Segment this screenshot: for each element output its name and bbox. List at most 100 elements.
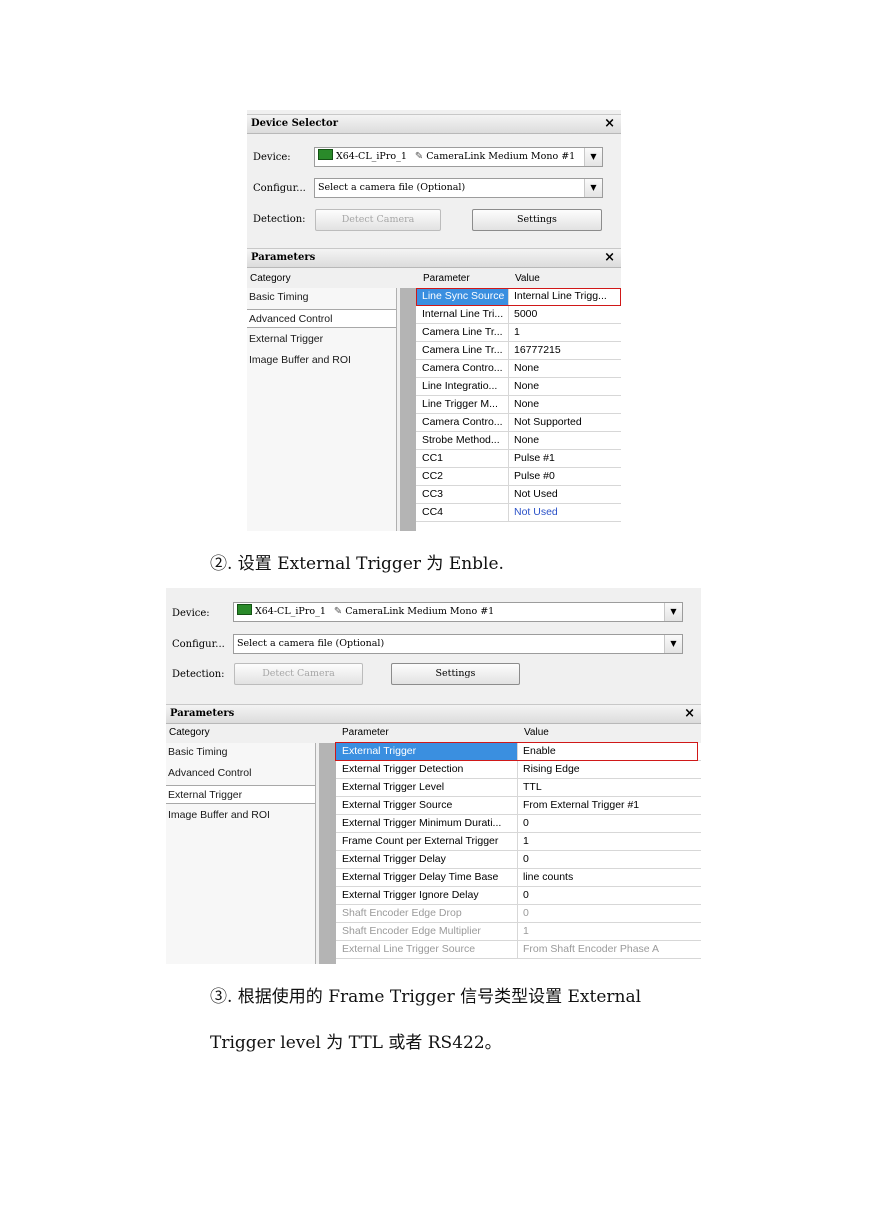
camera-icon: ✎ (414, 151, 424, 162)
table-row[interactable]: Strobe Method... None (416, 432, 621, 450)
chevron-down-icon[interactable]: ▼ (664, 603, 682, 621)
param-value: None (514, 362, 540, 374)
param-value: 5000 (514, 308, 538, 320)
step-3-text-line-2: Trigger level 为 TTL 或者 RS422。 (210, 1033, 502, 1053)
category-item-external-trigger[interactable]: External Trigger (166, 785, 315, 804)
param-value: Enable (523, 745, 556, 757)
grid-gutter (319, 743, 336, 964)
table-row[interactable]: External Trigger Minimum Durati... 0 (336, 815, 701, 833)
param-name: Strobe Method... (416, 432, 509, 449)
table-row[interactable]: Shaft Encoder Edge Drop 0 (336, 905, 701, 923)
param-name: Camera Line Tr... (416, 342, 509, 359)
table-row[interactable]: External Trigger Delay 0 (336, 851, 701, 869)
parameters-titlebar: Parameters × (166, 704, 701, 724)
category-item-advanced-control[interactable]: Advanced Control (247, 309, 396, 328)
table-row[interactable]: External Trigger Level TTL (336, 779, 701, 797)
param-value: None (514, 398, 540, 410)
detection-label: Detection: (253, 214, 306, 225)
table-row[interactable]: External Trigger Source From External Tri… (336, 797, 701, 815)
detect-camera-button[interactable]: Detect Camera (234, 663, 363, 685)
param-value: 16777215 (514, 344, 561, 356)
param-value: 1 (523, 925, 529, 937)
param-value: Not Used (514, 506, 558, 518)
param-value: Internal Line Trigg... (514, 290, 607, 302)
table-row[interactable]: Frame Count per External Trigger 1 (336, 833, 701, 851)
parameters-titlebar: Parameters × (247, 248, 621, 268)
table-row[interactable]: External Trigger Ignore Delay 0 (336, 887, 701, 905)
param-name: External Trigger Delay Time Base (336, 869, 518, 886)
settings-button[interactable]: Settings (472, 209, 602, 231)
param-value: line counts (523, 871, 574, 883)
category-item-basic-timing[interactable]: Basic Timing (166, 743, 315, 762)
table-row[interactable]: Line Trigger M... None (416, 396, 621, 414)
param-name: CC3 (416, 486, 509, 503)
category-item-image-buffer-roi[interactable]: Image Buffer and ROI (166, 806, 315, 825)
table-row[interactable]: Camera Contro... None (416, 360, 621, 378)
table-row[interactable]: Line Integratio... None (416, 378, 621, 396)
screenshot-2: Device: X64-CL_iPro_1 ✎ CameraLink Medium … (166, 588, 701, 964)
category-item-image-buffer-roi[interactable]: Image Buffer and ROI (247, 351, 396, 370)
table-row[interactable]: Camera Line Tr... 16777215 (416, 342, 621, 360)
config-value: Select a camera file (Optional) (237, 638, 385, 649)
device-board: X64-CL_iPro_1 (336, 151, 407, 162)
param-name: Line Sync Source (416, 288, 509, 305)
screenshot-1: Device Selector × Device: X64-CL_iPro_1 ✎… (247, 110, 621, 531)
param-name: Internal Line Tri... (416, 306, 509, 323)
settings-button[interactable]: Settings (391, 663, 520, 685)
param-value: 0 (523, 817, 529, 829)
param-value: 0 (523, 853, 529, 865)
parameters-title: Parameters (251, 252, 316, 263)
table-row[interactable]: Shaft Encoder Edge Multiplier 1 (336, 923, 701, 941)
close-icon[interactable]: × (604, 250, 615, 265)
category-item-advanced-control[interactable]: Advanced Control (166, 764, 315, 783)
param-name: Shaft Encoder Edge Multiplier (336, 923, 518, 940)
param-name: Camera Line Tr... (416, 324, 509, 341)
device-select[interactable]: X64-CL_iPro_1 ✎ CameraLink Medium Mono #1 … (314, 147, 603, 167)
table-row[interactable]: Camera Contro... Not Supported (416, 414, 621, 432)
chevron-down-icon[interactable]: ▼ (584, 179, 602, 197)
category-item-basic-timing[interactable]: Basic Timing (247, 288, 396, 307)
table-row[interactable]: CC2 Pulse #0 (416, 468, 621, 486)
param-name: CC2 (416, 468, 509, 485)
category-list: Basic Timing Advanced Control External T… (247, 288, 397, 531)
table-row[interactable]: Camera Line Tr... 1 (416, 324, 621, 342)
table-row[interactable]: External Trigger Delay Time Base line cou… (336, 869, 701, 887)
step-2-text: ②. 设置 External Trigger 为 Enble. (210, 554, 504, 574)
param-value: TTL (523, 781, 542, 793)
device-select[interactable]: X64-CL_iPro_1 ✎ CameraLink Medium Mono #1 … (233, 602, 683, 622)
param-value: 1 (514, 326, 520, 338)
table-row[interactable]: External Trigger Enable (336, 743, 701, 761)
table-row[interactable]: CC4 Not Used (416, 504, 621, 522)
param-value: Not Used (514, 488, 558, 500)
config-select[interactable]: Select a camera file (Optional) ▼ (233, 634, 683, 654)
device-selector-title: Device Selector (251, 118, 338, 129)
param-value: None (514, 434, 540, 446)
table-row[interactable]: External Line Trigger Source From Shaft E… (336, 941, 701, 959)
detect-camera-button[interactable]: Detect Camera (315, 209, 441, 231)
chevron-down-icon[interactable]: ▼ (584, 148, 602, 166)
table-row[interactable]: Internal Line Tri... 5000 (416, 306, 621, 324)
table-row[interactable]: Line Sync Source Internal Line Trigg... (416, 288, 621, 306)
step-3-text-line-1: ③. 根据使用的 Frame Trigger 信号类型设置 External (210, 987, 642, 1007)
table-row[interactable]: CC3 Not Used (416, 486, 621, 504)
config-select[interactable]: Select a camera file (Optional) ▼ (314, 178, 603, 198)
board-icon (318, 149, 333, 160)
parameter-grid: External Trigger Enable External Trigger … (319, 743, 701, 964)
device-label: Device: (253, 152, 291, 163)
device-selector-titlebar: Device Selector × (247, 114, 621, 134)
close-icon[interactable]: × (684, 706, 695, 721)
table-row[interactable]: External Trigger Detection Rising Edge (336, 761, 701, 779)
param-value: Pulse #0 (514, 470, 555, 482)
category-item-external-trigger[interactable]: External Trigger (247, 330, 396, 349)
detection-label: Detection: (172, 669, 225, 680)
param-name: CC1 (416, 450, 509, 467)
param-name: External Trigger Delay (336, 851, 518, 868)
close-icon[interactable]: × (604, 116, 615, 131)
param-name: Camera Contro... (416, 360, 509, 377)
grid-rows: External Trigger Enable External Trigger … (336, 743, 701, 964)
param-name: Camera Contro... (416, 414, 509, 431)
chevron-down-icon[interactable]: ▼ (664, 635, 682, 653)
config-label: Configur... (172, 639, 225, 650)
param-value: Not Supported (514, 416, 582, 428)
table-row[interactable]: CC1 Pulse #1 (416, 450, 621, 468)
